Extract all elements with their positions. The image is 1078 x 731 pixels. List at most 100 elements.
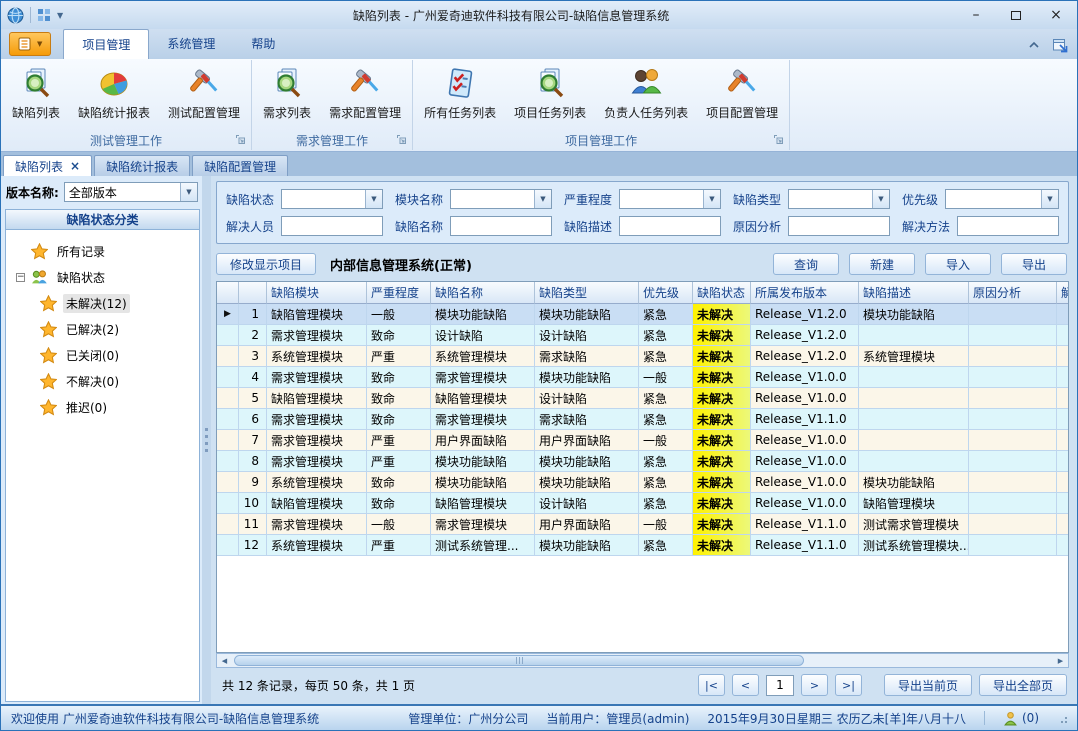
filter-select-优先级[interactable]: ▼ — [945, 189, 1059, 209]
cell-解决方法 — [1057, 409, 1069, 430]
chevron-down-icon[interactable]: ▼ — [534, 190, 551, 208]
chevron-down-icon[interactable]: ▼ — [180, 183, 197, 201]
ribbon-button-缺陷统计报表[interactable]: 缺陷统计报表 — [69, 61, 159, 123]
filter-select-严重程度[interactable]: ▼ — [619, 189, 721, 209]
column-header-优先级[interactable]: 优先级 — [639, 282, 693, 304]
column-header-缺陷模块[interactable]: 缺陷模块 — [267, 282, 367, 304]
column-header-缺陷描述[interactable]: 缺陷描述 — [859, 282, 969, 304]
export-all-pages-button[interactable]: 导出全部页 — [979, 674, 1067, 696]
tree-expander-icon[interactable]: − — [16, 273, 25, 282]
minimize-button[interactable]: – — [959, 4, 993, 26]
tree-item-已解决(2)[interactable]: 已解决(2) — [16, 316, 199, 342]
tree-item-缺陷状态[interactable]: −缺陷状态 — [16, 264, 199, 290]
filter-input-原因分析[interactable] — [788, 216, 890, 236]
table-row[interactable]: 7需求管理模块严重用户界面缺陷用户界面缺陷一般未解决Release_V1.0.0 — [217, 430, 1069, 451]
column-header-解决方法[interactable]: 解决方法 — [1057, 282, 1069, 304]
column-header-缺陷类型[interactable]: 缺陷类型 — [535, 282, 639, 304]
table-row[interactable]: 12系统管理模块严重测试系统管理...模块功能缺陷紧急未解决Release_V1… — [217, 535, 1069, 556]
column-header-原因分析[interactable]: 原因分析 — [969, 282, 1057, 304]
filter-select-缺陷状态[interactable]: ▼ — [281, 189, 383, 209]
ribbon-button-项目任务列表[interactable]: 项目任务列表 — [505, 61, 595, 123]
next-page-button[interactable]: > — [801, 674, 828, 696]
table-row[interactable]: 11需求管理模块一般需求管理模块用户界面缺陷一般未解决Release_V1.1.… — [217, 514, 1069, 535]
table-row[interactable]: 9系统管理模块致命模块功能缺陷模块功能缺陷紧急未解决Release_V1.0.0… — [217, 472, 1069, 493]
close-button[interactable]: × — [1039, 4, 1073, 26]
chevron-down-icon[interactable]: ▼ — [365, 190, 382, 208]
filter-input-解决人员[interactable] — [281, 216, 383, 236]
table-row[interactable]: 5缺陷管理模块致命缺陷管理模块设计缺陷紧急未解决Release_V1.0.0 — [217, 388, 1069, 409]
tree-item-推迟(0)[interactable]: 推迟(0) — [16, 394, 199, 420]
action-button-新建[interactable]: 新建 — [849, 253, 915, 275]
dialog-launcher-icon[interactable] — [773, 134, 784, 145]
column-header-所属发布版本[interactable]: 所属发布版本 — [751, 282, 859, 304]
first-page-button[interactable]: |< — [698, 674, 725, 696]
chevron-down-icon[interactable]: ▼ — [703, 190, 720, 208]
table-row[interactable]: 2需求管理模块致命设计缺陷设计缺陷紧急未解决Release_V1.2.0 — [217, 325, 1069, 346]
sidebar-splitter[interactable] — [202, 176, 211, 704]
doc-tab-缺陷配置管理[interactable]: 缺陷配置管理 — [192, 155, 288, 176]
page-number-input[interactable] — [766, 675, 794, 696]
action-button-导入[interactable]: 导入 — [925, 253, 991, 275]
doc-tab-缺陷列表[interactable]: 缺陷列表× — [3, 155, 92, 176]
ribbon-collapse-icon[interactable] — [1028, 40, 1040, 50]
ribbon-button-需求列表[interactable]: 需求列表 — [254, 61, 320, 123]
filter-input-解决方法[interactable] — [957, 216, 1059, 236]
ribbon-tab-系统管理[interactable]: 系统管理 — [149, 29, 233, 59]
prev-page-button[interactable]: < — [732, 674, 759, 696]
filter-input-缺陷名称[interactable] — [450, 216, 552, 236]
chevron-down-icon[interactable]: ▼ — [1041, 190, 1058, 208]
chevron-down-icon[interactable]: ▼ — [872, 190, 889, 208]
ribbon-button-所有任务列表[interactable]: 所有任务列表 — [415, 61, 505, 123]
action-button-查询[interactable]: 查询 — [773, 253, 839, 275]
cell-解决方法 — [1057, 535, 1069, 556]
app-menu-button[interactable]: ▼ — [9, 32, 51, 56]
date-text: 2015年9月30日星期三 农历乙未[羊]年八月十八 — [707, 710, 966, 727]
quick-access-dropdown-arrow[interactable]: ▼ — [57, 11, 63, 20]
ribbon-button-需求配置管理[interactable]: 需求配置管理 — [320, 61, 410, 123]
scrollbar-thumb[interactable] — [234, 655, 804, 666]
filter-select-模块名称[interactable]: ▼ — [450, 189, 552, 209]
table-row[interactable]: 8需求管理模块严重模块功能缺陷模块功能缺陷紧急未解决Release_V1.0.0 — [217, 451, 1069, 472]
version-select[interactable]: 全部版本 ▼ — [64, 182, 198, 202]
filter-label: 原因分析 — [733, 218, 781, 235]
cell-缺陷名称: 需求管理模块 — [431, 409, 535, 430]
table-row[interactable]: 3系统管理模块严重系统管理模块需求缺陷紧急未解决Release_V1.2.0系统… — [217, 346, 1069, 367]
dialog-launcher-icon[interactable] — [396, 134, 407, 145]
table-row[interactable]: 4需求管理模块致命需求管理模块模块功能缺陷一般未解决Release_V1.0.0 — [217, 367, 1069, 388]
quick-access-icon[interactable] — [37, 8, 51, 22]
ribbon-button-负责人任务列表[interactable]: 负责人任务列表 — [595, 61, 697, 123]
ribbon-style-icon[interactable] — [1052, 37, 1069, 53]
table-row[interactable]: ▶1缺陷管理模块一般模块功能缺陷模块功能缺陷紧急未解决Release_V1.2.… — [217, 304, 1069, 325]
column-header-缺陷状态[interactable]: 缺陷状态 — [693, 282, 751, 304]
last-page-button[interactable]: >| — [835, 674, 862, 696]
filter-input-缺陷描述[interactable] — [619, 216, 721, 236]
horizontal-scrollbar[interactable]: ◀ ▶ — [216, 653, 1069, 668]
action-button-导出[interactable]: 导出 — [1001, 253, 1067, 275]
tree-item-未解决(12)[interactable]: 未解决(12) — [16, 290, 199, 316]
cell-缺陷名称: 设计缺陷 — [431, 325, 535, 346]
ribbon-button-测试配置管理[interactable]: 测试配置管理 — [159, 61, 249, 123]
scroll-right-icon[interactable]: ▶ — [1053, 657, 1068, 665]
table-row[interactable]: 6需求管理模块致命需求管理模块需求缺陷紧急未解决Release_V1.1.0 — [217, 409, 1069, 430]
modify-display-button[interactable]: 修改显示项目 — [216, 253, 316, 275]
cell-缺陷类型: 模块功能缺陷 — [535, 367, 639, 388]
export-current-page-button[interactable]: 导出当前页 — [884, 674, 972, 696]
scroll-left-icon[interactable]: ◀ — [217, 657, 232, 665]
dialog-launcher-icon[interactable] — [235, 134, 246, 145]
tab-close-icon[interactable]: × — [70, 161, 80, 171]
ribbon-tab-项目管理[interactable]: 项目管理 — [63, 29, 149, 59]
tree-item-所有记录[interactable]: 所有记录 — [16, 238, 199, 264]
cell-缺陷描述: 测试需求管理模块 — [859, 514, 969, 535]
resize-grip[interactable] — [1057, 713, 1067, 723]
filter-select-缺陷类型[interactable]: ▼ — [788, 189, 890, 209]
ribbon-button-缺陷列表[interactable]: 缺陷列表 — [3, 61, 69, 123]
tree-item-不解决(0)[interactable]: 不解决(0) — [16, 368, 199, 394]
tree-item-已关闭(0)[interactable]: 已关闭(0) — [16, 342, 199, 368]
column-header-严重程度[interactable]: 严重程度 — [367, 282, 431, 304]
maximize-button[interactable] — [999, 4, 1033, 26]
doc-tab-缺陷统计报表[interactable]: 缺陷统计报表 — [94, 155, 190, 176]
table-row[interactable]: 10缺陷管理模块致命缺陷管理模块设计缺陷紧急未解决Release_V1.0.0缺… — [217, 493, 1069, 514]
ribbon-tab-帮助[interactable]: 帮助 — [233, 29, 293, 59]
ribbon-button-项目配置管理[interactable]: 项目配置管理 — [697, 61, 787, 123]
column-header-缺陷名称[interactable]: 缺陷名称 — [431, 282, 535, 304]
